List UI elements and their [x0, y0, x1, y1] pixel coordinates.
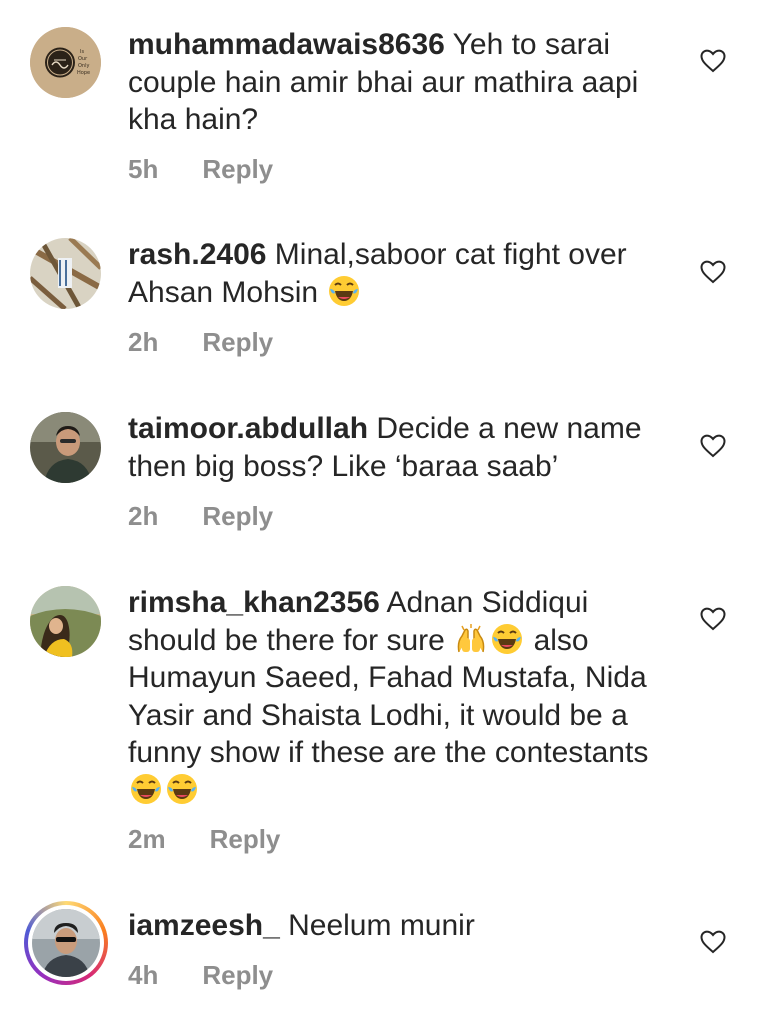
comment-body: taimoor.abdullah Decide a new name then … — [128, 410, 678, 485]
reply-button[interactable]: Reply — [202, 154, 273, 184]
comment-username[interactable]: muhammadawais8636 — [128, 28, 445, 61]
laughing-emoji-icon — [165, 772, 199, 806]
comment-meta: 2h Reply — [128, 501, 273, 532]
photo-avatar-icon[interactable] — [30, 412, 101, 483]
comment-username[interactable]: rimsha_khan2356 — [128, 586, 380, 619]
comment-body: rimsha_khan2356 Adnan Siddiqui should be… — [128, 584, 678, 809]
comment-meta: 2m Reply — [128, 824, 280, 855]
heart-outline-icon[interactable] — [700, 434, 726, 458]
heart-outline-icon[interactable] — [700, 607, 726, 631]
svg-text:Only: Only — [78, 63, 89, 69]
calligraphy-avatar-icon[interactable]: Is Our Only Hope — [30, 27, 101, 98]
svg-text:Hope: Hope — [77, 70, 90, 76]
comment-time: 2h — [128, 501, 159, 531]
comment-meta: 5h Reply — [128, 154, 273, 185]
laughing-emoji-icon — [490, 622, 524, 656]
photo-avatar-icon — [32, 909, 100, 977]
svg-text:Our: Our — [78, 56, 88, 62]
comment-time: 5h — [128, 154, 159, 184]
comment-username[interactable]: iamzeesh_ — [128, 909, 280, 942]
comment-username[interactable]: taimoor.abdullah — [128, 412, 368, 445]
comment-time: 2m — [128, 824, 166, 854]
story-ring-avatar-icon[interactable] — [24, 901, 108, 985]
photo-avatar-icon[interactable] — [30, 238, 101, 309]
comment-body: muhammadawais8636 Yeh to sarai couple ha… — [128, 26, 678, 139]
reply-button[interactable]: Reply — [202, 501, 273, 531]
comment-body: rash.2406 Minal,saboor cat fight over Ah… — [128, 236, 678, 311]
heart-outline-icon[interactable] — [700, 260, 726, 284]
reply-button[interactable]: Reply — [202, 327, 273, 357]
comment-username[interactable]: rash.2406 — [128, 238, 266, 271]
heart-outline-icon[interactable] — [700, 49, 726, 73]
photo-avatar-icon[interactable] — [30, 586, 101, 657]
laughing-emoji-icon — [327, 274, 361, 308]
heart-outline-icon[interactable] — [700, 930, 726, 954]
comment-meta: 4h Reply — [128, 960, 273, 991]
reply-button[interactable]: Reply — [210, 824, 281, 854]
comment-meta: 2h Reply — [128, 327, 273, 358]
laughing-emoji-icon — [129, 772, 163, 806]
comment-time: 2h — [128, 327, 159, 357]
reply-button[interactable]: Reply — [202, 960, 273, 990]
comment-body: iamzeesh_ Neelum munir — [128, 907, 678, 945]
comment-time: 4h — [128, 960, 159, 990]
avatar-caption-line: Is — [80, 49, 84, 55]
comment-text: Neelum munir — [288, 909, 475, 942]
raised-hands-emoji-icon — [454, 622, 488, 656]
